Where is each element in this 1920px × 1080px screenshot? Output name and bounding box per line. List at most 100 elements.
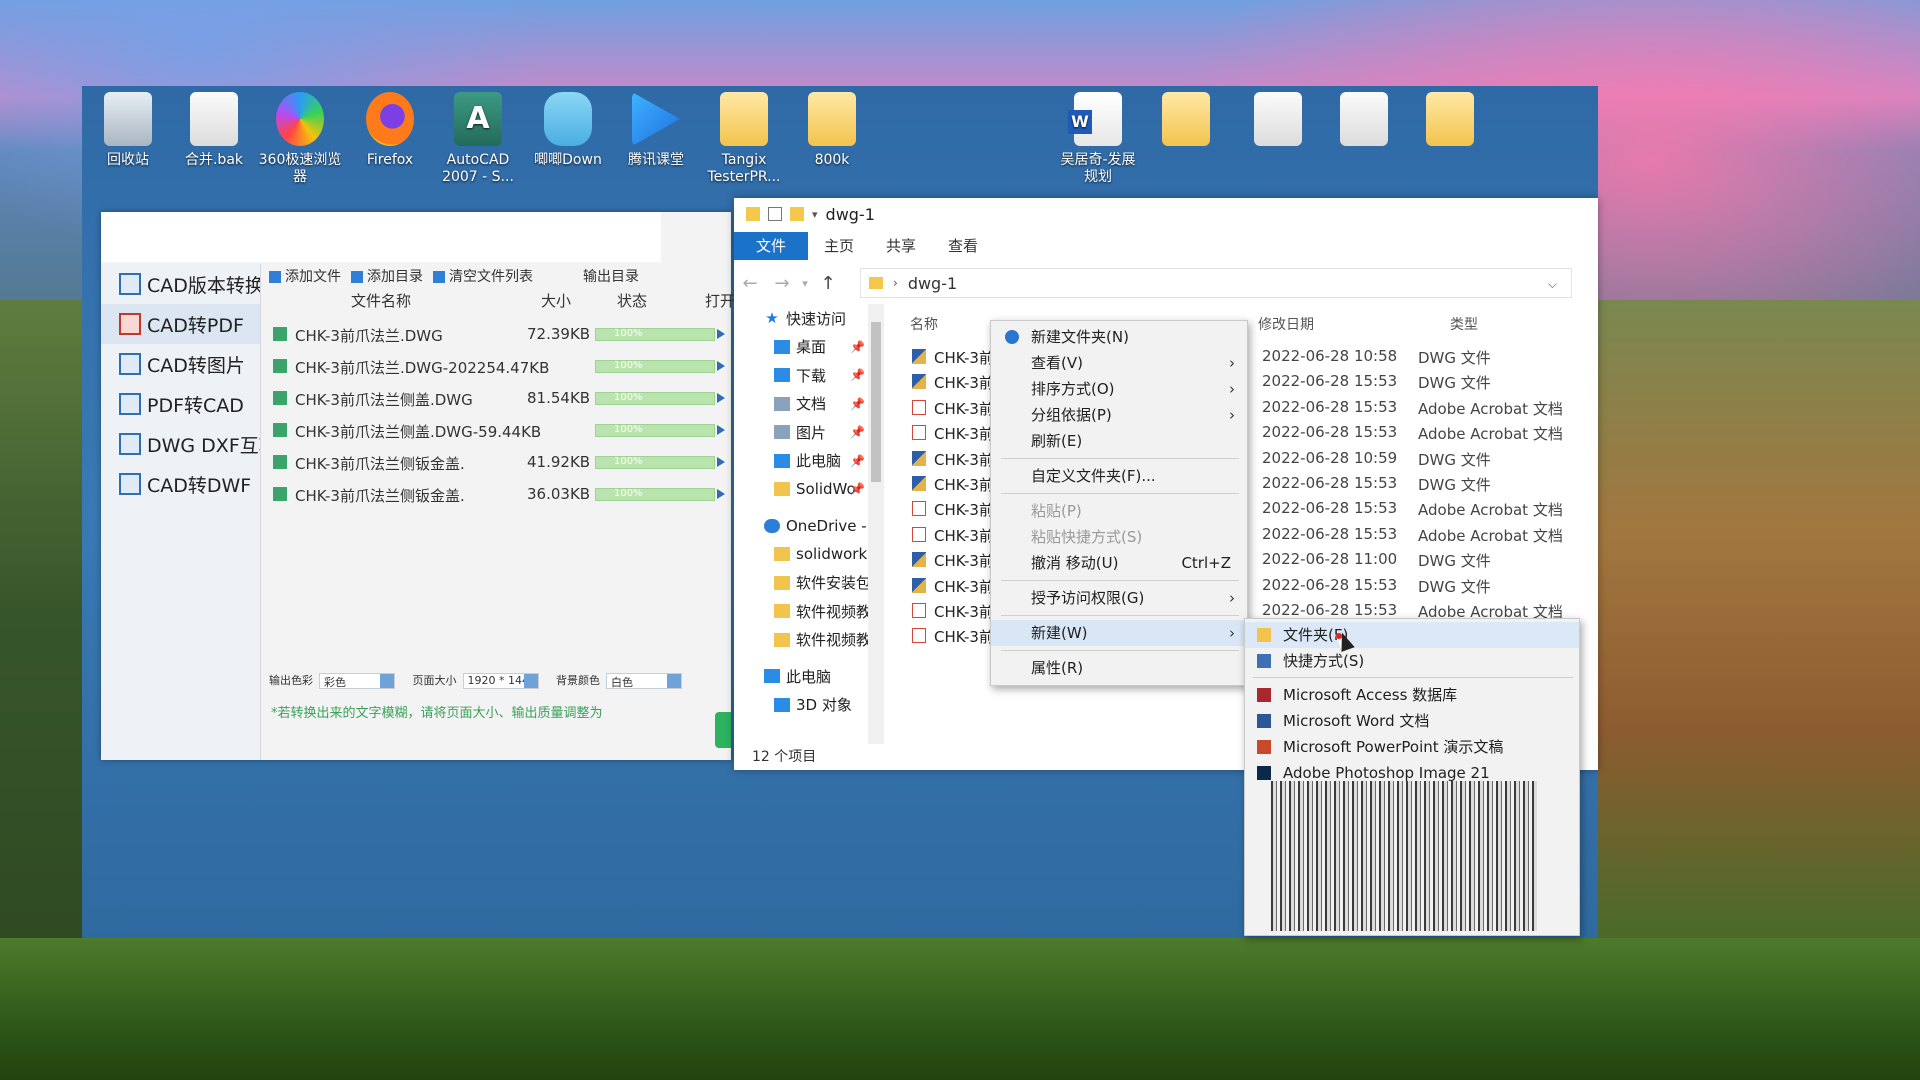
col-name[interactable]: 名称 — [910, 314, 938, 334]
clear-list-button[interactable]: 清空文件列表 — [433, 266, 533, 286]
menu-item-paste[interactable]: 粘贴(P) — [991, 498, 1249, 524]
submenu-item-powerpoint[interactable]: Microsoft PowerPoint 演示文稿 — [1245, 734, 1579, 760]
cad-sidebar-pdf-to-cad[interactable]: PDF转CAD — [101, 384, 260, 424]
desktop-icon-label: Tangix TesterPR... — [707, 152, 781, 185]
play-icon[interactable] — [717, 329, 725, 339]
nav-item-downloads[interactable]: 下载 📌 — [734, 361, 884, 390]
menu-item-view[interactable]: 查看(V) › — [991, 350, 1249, 376]
address-bar[interactable]: › dwg-1 ⌵ — [860, 268, 1572, 298]
desktop-icon-recycle-bin[interactable]: 回收站 — [86, 92, 170, 169]
desktop-icon-folder-unnamed-2[interactable] — [1408, 92, 1492, 152]
nav-item-documents[interactable]: 文档 📌 — [734, 390, 884, 419]
nav-item-this-pc[interactable]: 此电脑 📌 — [734, 447, 884, 476]
nav-item-solidworks[interactable]: solidworks — [734, 540, 884, 569]
play-icon[interactable] — [717, 361, 725, 371]
desktop-icon-360-browser[interactable]: 360极速浏览器 — [258, 92, 342, 186]
desktop-icon-tencent-class[interactable]: 腾讯课堂 — [614, 92, 698, 169]
nav-scrollbar[interactable] — [868, 304, 884, 744]
submenu-item-word-doc[interactable]: Microsoft Word 文档 — [1245, 708, 1579, 734]
tab-view[interactable]: 查看 — [932, 232, 994, 260]
desktop-icon-merge-bak[interactable]: 合并.bak — [172, 92, 256, 169]
desktop-icon-800k[interactable]: 800k — [790, 92, 874, 169]
desktop-icon-firefox[interactable]: Firefox — [348, 92, 432, 169]
ribbon-tabs: 文件 主页 共享 查看 — [734, 232, 1598, 260]
bg-color-select[interactable]: 白色 — [606, 673, 682, 689]
desktop-icon-autocad[interactable]: A AutoCAD 2007 - S... — [436, 92, 520, 186]
menu-item-customize-folder[interactable]: 自定义文件夹(F)... — [991, 463, 1249, 489]
menu-item-undo-move[interactable]: 撤消 移动(U) Ctrl+Z — [991, 550, 1249, 576]
cad-sidebar-cad-to-image[interactable]: CAD转图片 — [101, 344, 260, 384]
menu-item-properties[interactable]: 属性(R) — [991, 655, 1249, 681]
col-type[interactable]: 类型 — [1450, 314, 1478, 334]
file-name: CHK-3前爪法兰侧钣金盖. — [295, 455, 465, 473]
col-date-modified[interactable]: 修改日期 — [1258, 314, 1314, 334]
up-arrow-icon[interactable]: ↑ — [812, 273, 844, 294]
desktop-icon-jijidown[interactable]: 唧唧Down — [526, 92, 610, 169]
properties-icon[interactable] — [768, 207, 782, 221]
menu-item-sort-by[interactable]: 排序方式(O) › — [991, 376, 1249, 402]
submenu-item-folder[interactable]: 文件夹(F) — [1245, 622, 1579, 648]
chevron-down-icon[interactable]: ▾ — [812, 208, 818, 221]
desktop-icon-word-doc[interactable]: 吴居奇-发展规划 — [1056, 92, 1140, 186]
add-file-button[interactable]: 添加文件 — [269, 266, 341, 286]
menu-item-give-access[interactable]: 授予访问权限(G) › — [991, 585, 1249, 611]
play-icon[interactable] — [717, 425, 725, 435]
nav-item-pictures[interactable]: 图片 📌 — [734, 418, 884, 447]
desktop-icon-file-unnamed-2[interactable] — [1322, 92, 1406, 152]
cad-sidebar-dwg-dxf[interactable]: DWG DXF互转 — [101, 424, 260, 464]
nav-item-3d-objects[interactable]: 3D 对象 — [734, 691, 884, 720]
play-icon[interactable] — [717, 489, 725, 499]
pdf-to-cad-icon — [119, 393, 141, 415]
bg-color-value: 白色 — [611, 676, 633, 689]
nav-item-onedrive[interactable]: OneDrive - — [734, 512, 884, 541]
submenu-item-access-db[interactable]: Microsoft Access 数据库 — [1245, 682, 1579, 708]
cad-file-row[interactable]: CHK-3前爪法兰.DWG-202254.47KB 100% — [269, 350, 747, 382]
cad-converter-window: CAD版本转换 CAD转PDF CAD转图片 PDF转CAD DWG DXF互转… — [101, 212, 747, 760]
submenu-item-shortcut[interactable]: 快捷方式(S) — [1245, 648, 1579, 674]
menu-item-group-by[interactable]: 分组依据(P) › — [991, 402, 1249, 428]
nav-item-video-tutorials-2[interactable]: 软件视频教 — [734, 626, 884, 655]
cad-title-bar[interactable] — [101, 212, 661, 262]
menu-item-new-folder[interactable]: 新建文件夹(N) — [991, 324, 1249, 350]
cad-file-row[interactable]: CHK-3前爪法兰侧钣金盖. 41.92KB 100% — [269, 446, 747, 478]
desktop-icon-folder-unnamed[interactable] — [1144, 92, 1228, 152]
scrollbar-thumb[interactable] — [871, 322, 881, 482]
explorer-title-bar[interactable]: ▾ dwg-1 — [734, 198, 1598, 230]
nav-item-this-pc-root[interactable]: 此电脑 — [734, 662, 884, 691]
nav-item-quick-access[interactable]: ★ 快速访问 — [734, 304, 884, 333]
menu-item-new[interactable]: 新建(W) › — [991, 620, 1249, 646]
nav-item-install-packages[interactable]: 软件安装包 — [734, 569, 884, 598]
play-icon[interactable] — [717, 393, 725, 403]
cad-sidebar-cad-to-pdf[interactable]: CAD转PDF — [101, 304, 260, 344]
recent-chevron-icon[interactable]: ▾ — [798, 277, 812, 290]
new-folder-icon[interactable] — [790, 207, 804, 221]
back-arrow-icon[interactable]: ← — [734, 273, 766, 294]
start-convert-button[interactable] — [715, 712, 731, 748]
menu-item-refresh[interactable]: 刷新(E) — [991, 428, 1249, 454]
cad-file-row[interactable]: CHK-3前爪法兰侧盖.DWG 81.54KB 100% — [269, 382, 747, 414]
nav-item-desktop[interactable]: 桌面 📌 — [734, 333, 884, 362]
file-type: Adobe Acrobat 文档 — [1418, 501, 1563, 520]
cad-file-row[interactable]: CHK-3前爪法兰侧盖.DWG-59.44KB 100% — [269, 414, 747, 446]
dwg-file-icon — [273, 327, 287, 341]
add-dir-button[interactable]: 添加目录 — [351, 266, 423, 286]
forward-arrow-icon[interactable]: → — [766, 273, 798, 294]
desktop-icon-file-unnamed[interactable] — [1236, 92, 1320, 152]
cad-sidebar-cad-to-dwf[interactable]: CAD转DWF — [101, 464, 260, 504]
tab-home[interactable]: 主页 — [808, 232, 870, 260]
chevron-down-icon[interactable]: ⌵ — [1548, 277, 1557, 292]
page-size-select[interactable]: 1920 * 1440 — [462, 673, 539, 689]
cad-file-row[interactable]: CHK-3前爪法兰.DWG 72.39KB 100% — [269, 318, 747, 350]
cad-file-row[interactable]: CHK-3前爪法兰侧钣金盖. 36.03KB 100% — [269, 478, 747, 510]
menu-item-paste-shortcut[interactable]: 粘贴快捷方式(S) — [991, 524, 1249, 550]
cad-sidebar-version-convert[interactable]: CAD版本转换 — [101, 264, 260, 304]
tab-share[interactable]: 共享 — [870, 232, 932, 260]
desktop-icon-tangix[interactable]: Tangix TesterPR... — [702, 92, 786, 186]
play-icon[interactable] — [717, 457, 725, 467]
output-color-select[interactable]: 彩色 — [319, 673, 395, 689]
tab-file[interactable]: 文件 — [734, 232, 809, 260]
output-dir-label[interactable]: 输出目录 — [583, 266, 639, 286]
nav-label: OneDrive - — [786, 516, 867, 535]
nav-item-solidworks-pinned[interactable]: SolidWo 📌 — [734, 475, 884, 504]
nav-item-video-tutorials-1[interactable]: 软件视频教 — [734, 597, 884, 626]
